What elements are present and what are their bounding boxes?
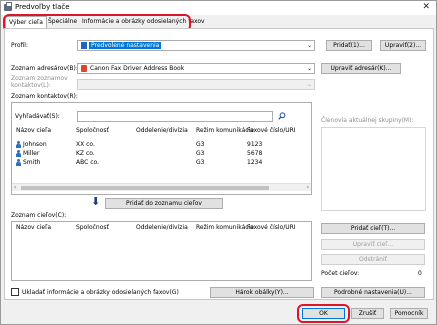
- search-label: Vyhľadávať(S):: [15, 113, 60, 120]
- address-book-value: Canon Fax Driver Address Book: [90, 65, 185, 72]
- col-target-name[interactable]: Názov cieľa: [16, 224, 51, 231]
- remove-target-button[interactable]: Odstrániť: [321, 254, 425, 265]
- row-name: Miller: [23, 150, 40, 157]
- target-list-label: Zoznam cieľov(C):: [11, 212, 67, 219]
- title-bar: Predvoľby tlače ✕: [1, 1, 436, 15]
- row-company: ABC co.: [76, 159, 99, 166]
- address-book-label: Zoznam adresárov(B):: [11, 65, 78, 72]
- col-comm-mode[interactable]: Režim komunikácie: [196, 224, 254, 231]
- add-target-button[interactable]: Pridať cieľ(T)...: [321, 223, 425, 234]
- target-count-value: 0: [418, 270, 422, 277]
- cancel-button[interactable]: Zrušiť: [351, 308, 384, 319]
- printer-icon: [4, 2, 12, 11]
- row-company: XX co.: [76, 141, 95, 148]
- row-company: KZ co.: [76, 150, 95, 157]
- contacts-label: Zoznam kontaktov(R):: [11, 93, 78, 100]
- col-department[interactable]: Oddelenie/divízia: [136, 224, 188, 231]
- cover-sheet-button[interactable]: Hárok obálky(Y)...: [210, 287, 314, 298]
- address-book-icon: [81, 65, 87, 72]
- highlight-ok: [297, 304, 350, 323]
- chevron-down-icon: ⌄: [306, 65, 312, 72]
- scrollbar-thumb[interactable]: [21, 186, 269, 190]
- row-fax: 5678: [247, 150, 263, 157]
- target-count-label: Počet cieľov:: [321, 270, 360, 277]
- col-company[interactable]: Spoločnosť: [76, 127, 109, 134]
- close-icon[interactable]: ✕: [422, 2, 430, 12]
- table-row[interactable]: Smith ABC co. G3 1234: [14, 158, 309, 167]
- group-members-label: Členovia aktuálnej skupiny(M):: [321, 117, 414, 124]
- edit-profile-button[interactable]: Upraviť(2)...: [380, 40, 426, 51]
- row-mode: G3: [196, 141, 205, 148]
- detailed-settings-button[interactable]: Podrobné nastavenia(U)...: [321, 287, 425, 298]
- row-fax: 1234: [247, 159, 263, 166]
- col-company[interactable]: Spoločnosť: [76, 224, 109, 231]
- address-book-select[interactable]: Canon Fax Driver Address Book ⌄: [77, 63, 315, 74]
- person-icon: [16, 159, 21, 166]
- contact-lists-select[interactable]: ⌄: [77, 79, 315, 90]
- print-preferences-dialog: Predvoľby tlače ✕ Výber cieľa Špeciálne …: [0, 0, 437, 325]
- row-mode: G3: [196, 159, 205, 166]
- save-fax-info-label: Ukladať informácie a obrázky odosielanýc…: [22, 289, 179, 296]
- row-mode: G3: [196, 150, 205, 157]
- edit-target-button[interactable]: Upraviť cieľ...: [321, 239, 425, 250]
- help-button[interactable]: Pomocník: [390, 308, 428, 319]
- contacts-table-header: Názov cieľa Spoločnosť Oddelenie/divízia…: [14, 125, 309, 136]
- profile-select[interactable]: Predvolené nastavenia ⌄: [77, 40, 315, 51]
- save-fax-info-checkbox[interactable]: [11, 288, 19, 296]
- contacts-horizontal-scrollbar[interactable]: ‹ ›: [12, 183, 311, 191]
- scroll-left-icon[interactable]: ‹: [14, 184, 16, 191]
- group-members-list: [321, 127, 426, 211]
- chevron-down-icon: ⌄: [306, 42, 312, 49]
- col-fax-number[interactable]: Faxové číslo/URI: [247, 224, 296, 231]
- target-list-box: Názov cieľa Spoločnosť Oddelenie/divízia…: [11, 221, 312, 281]
- row-name: Johnson: [23, 141, 47, 148]
- arrow-down-icon: ⬇: [91, 195, 101, 208]
- profile-selected: Predvolené nastavenia: [89, 42, 162, 49]
- window-title: Predvoľby tlače: [15, 3, 70, 11]
- row-fax: 9123: [247, 141, 263, 148]
- profile-icon: [81, 42, 87, 49]
- chevron-down-icon: ⌄: [306, 81, 312, 88]
- col-comm-mode[interactable]: Režim komunikácie: [196, 127, 254, 134]
- add-profile-button[interactable]: Pridať(1)...: [326, 40, 372, 51]
- scroll-right-icon[interactable]: ›: [307, 184, 309, 191]
- col-department[interactable]: Oddelenie/divízia: [136, 127, 188, 134]
- add-to-target-list-button[interactable]: Pridať do zoznamu cieľov: [105, 198, 223, 209]
- profile-label: Profil:: [11, 42, 28, 49]
- contact-lists-label: Zoznam zoznamov kontaktov(L):: [11, 75, 68, 89]
- table-row[interactable]: Johnson XX co. G3 9123: [14, 140, 309, 149]
- person-icon: [16, 150, 21, 157]
- row-name: Smith: [23, 159, 41, 166]
- edit-address-book-button[interactable]: Upraviť adresár(K)...: [321, 63, 401, 74]
- table-row[interactable]: Miller KZ co. G3 5678: [14, 149, 309, 158]
- col-target-name[interactable]: Názov cieľa: [16, 127, 51, 134]
- search-icon[interactable]: [278, 112, 286, 120]
- col-fax-number[interactable]: Faxové číslo/URI: [247, 127, 296, 134]
- search-input[interactable]: [77, 111, 273, 122]
- person-icon: [16, 141, 21, 148]
